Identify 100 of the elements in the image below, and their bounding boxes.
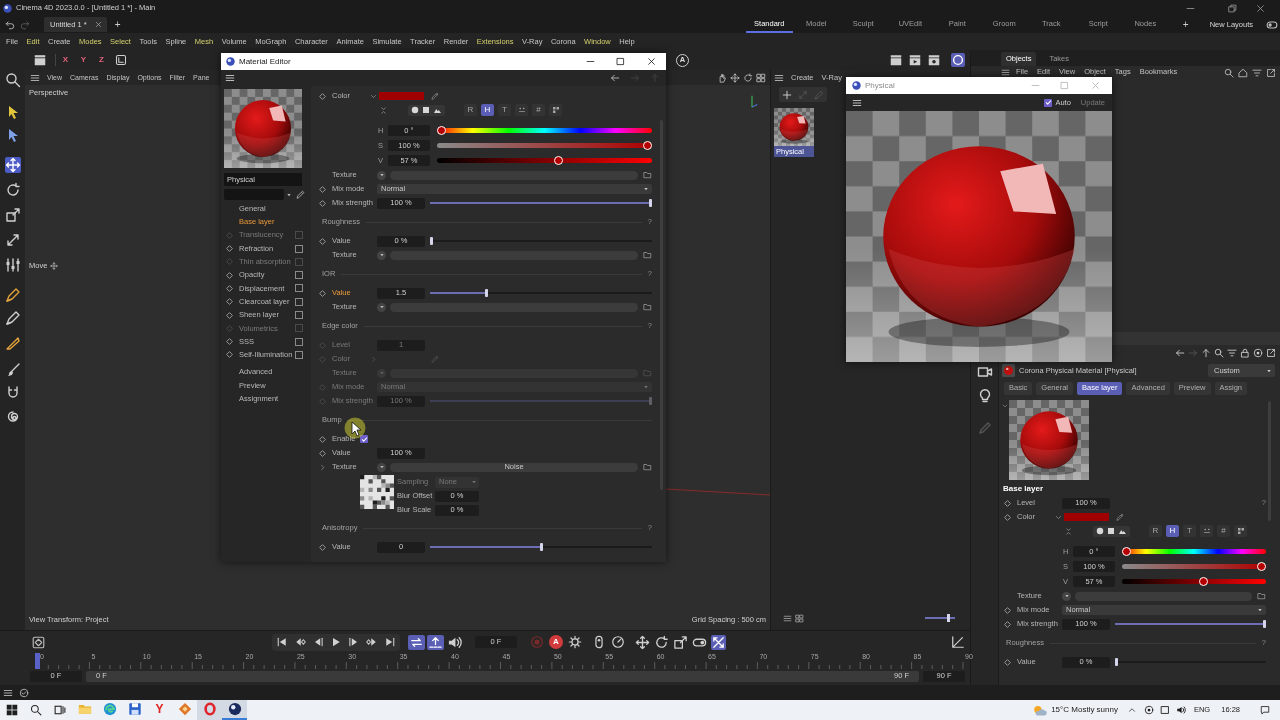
texture-menu-button[interactable] <box>377 462 386 472</box>
texture-menu-button[interactable] <box>1062 591 1071 601</box>
menu-icon[interactable] <box>774 72 784 83</box>
saturation-slider[interactable] <box>1122 562 1266 571</box>
speaker-icon[interactable] <box>446 634 463 650</box>
texture-menu-button[interactable] <box>377 302 386 312</box>
sliders-icon[interactable] <box>4 257 21 273</box>
square-icon[interactable] <box>422 106 430 114</box>
color-mode-button[interactable]: # <box>532 104 545 116</box>
scale-icon[interactable] <box>673 634 688 650</box>
slider-thumb[interactable] <box>430 237 433 245</box>
back-arrow-icon[interactable] <box>610 73 620 83</box>
panel-layout-icon[interactable] <box>756 72 766 83</box>
pen-icon[interactable] <box>4 287 21 303</box>
diagonal-arrows-icon[interactable] <box>4 232 21 248</box>
folder-icon[interactable] <box>643 171 652 179</box>
keyframe-diamond-icon[interactable] <box>319 92 326 100</box>
circle-icon[interactable] <box>411 106 419 114</box>
maximize-icon[interactable] <box>616 57 625 66</box>
color-mode-button[interactable]: H <box>1166 525 1179 537</box>
slider-thumb[interactable] <box>643 141 652 150</box>
chevron-up-icon[interactable] <box>1127 706 1136 714</box>
move-icon[interactable] <box>730 72 740 83</box>
axis-button[interactable]: Y <box>79 56 88 64</box>
keyframe-button-icon[interactable] <box>32 635 45 649</box>
slider-thumb[interactable] <box>539 543 543 551</box>
list-view-icon[interactable] <box>783 613 792 623</box>
task-view-icon[interactable] <box>54 704 66 716</box>
color-swatch[interactable] <box>379 92 424 100</box>
hue-slider[interactable] <box>1122 547 1266 556</box>
restore-icon[interactable] <box>1228 3 1237 13</box>
slider-thumb[interactable] <box>1115 658 1118 666</box>
color-mode-button[interactable]: T <box>498 104 511 116</box>
folder-icon[interactable] <box>1257 592 1266 600</box>
capsule-icon[interactable] <box>592 635 606 649</box>
skip-to-end-icon[interactable] <box>384 636 396 648</box>
popout-icon[interactable] <box>1266 68 1276 78</box>
play-icon[interactable] <box>330 636 342 648</box>
color-mode-button[interactable]: H <box>481 104 494 116</box>
slider-thumb[interactable] <box>1122 547 1131 556</box>
loop-icon[interactable] <box>408 634 425 650</box>
square-outline-icon[interactable] <box>1159 705 1170 715</box>
menu-icon[interactable] <box>30 72 40 83</box>
checkbox[interactable] <box>295 244 303 253</box>
check-circle-icon[interactable] <box>19 687 29 698</box>
checkbox[interactable] <box>295 297 303 306</box>
target-icon[interactable] <box>1143 705 1154 715</box>
rotate-icon[interactable] <box>654 634 669 650</box>
rotate-icon[interactable] <box>4 182 21 198</box>
zoom-slider[interactable] <box>925 614 955 622</box>
eyedropper-icon[interactable] <box>431 92 439 100</box>
scale-icon[interactable] <box>4 207 21 223</box>
search-icon[interactable] <box>1214 348 1224 358</box>
color-mode-button[interactable]: R <box>464 104 477 116</box>
slider-thumb[interactable] <box>1198 577 1208 586</box>
saturation-slider[interactable] <box>437 141 652 150</box>
slider-thumb[interactable] <box>946 614 950 622</box>
texture-menu-button[interactable] <box>377 250 386 260</box>
slider[interactable] <box>1115 620 1266 628</box>
folder-icon[interactable] <box>643 251 652 259</box>
chevron-down-icon[interactable] <box>370 92 377 100</box>
keyframe-diamond-icon[interactable] <box>319 543 326 551</box>
up-arrow-baseline-icon[interactable] <box>427 634 444 650</box>
windows-logo-icon[interactable] <box>6 704 18 716</box>
new-tab-button[interactable]: + <box>114 19 121 30</box>
folder-icon[interactable] <box>643 463 652 471</box>
slider[interactable] <box>430 289 652 297</box>
checkbox[interactable] <box>295 337 303 346</box>
dial-icon[interactable] <box>611 635 625 649</box>
clapboard-icon[interactable] <box>33 53 47 67</box>
search-icon[interactable] <box>30 704 42 716</box>
brightness-slider[interactable] <box>437 156 652 165</box>
hand-icon[interactable] <box>717 72 727 83</box>
slider[interactable] <box>1115 658 1266 666</box>
back-arrow-icon[interactable] <box>1175 348 1185 358</box>
texture-menu-button[interactable] <box>377 170 386 180</box>
graph-icon[interactable] <box>951 635 965 649</box>
taskbar-app[interactable] <box>222 700 247 720</box>
color-mode-button[interactable]: R <box>1149 525 1162 537</box>
color-swatch[interactable] <box>1064 513 1109 521</box>
notification-icon[interactable] <box>1260 705 1270 715</box>
gear-icon[interactable] <box>568 635 582 649</box>
brightness-slider[interactable] <box>1122 577 1266 586</box>
lock-icon[interactable] <box>1240 348 1250 358</box>
taskbar-app[interactable]: Y <box>147 700 172 720</box>
slider[interactable] <box>430 199 652 207</box>
ring-icon[interactable] <box>951 53 965 67</box>
grid-view-icon[interactable] <box>795 613 804 623</box>
undo-icon[interactable] <box>5 19 15 30</box>
popout-icon[interactable] <box>1266 348 1276 358</box>
home-icon[interactable] <box>1238 68 1248 78</box>
menu-icon[interactable] <box>852 97 862 108</box>
checkbox[interactable] <box>295 284 303 293</box>
clapboard-dot-icon[interactable] <box>927 53 941 67</box>
keyframe-diamond-icon[interactable] <box>1004 658 1011 666</box>
next-key-icon[interactable] <box>366 636 378 648</box>
skip-to-start-icon[interactable] <box>276 636 288 648</box>
slider-thumb[interactable] <box>484 289 488 297</box>
collapse-icon[interactable] <box>380 105 387 115</box>
checkbox[interactable] <box>295 350 303 359</box>
